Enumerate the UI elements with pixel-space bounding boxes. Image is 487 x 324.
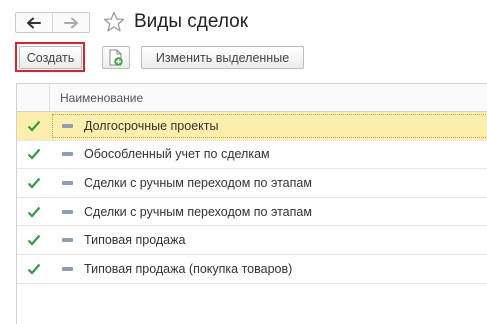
column-header-name[interactable]: Наименование [50, 84, 143, 111]
check-cell [17, 112, 50, 140]
row-name: Обособленный учет по сделкам [84, 147, 270, 162]
checkmark-icon [27, 234, 40, 246]
item-marker-icon [62, 266, 73, 271]
row-name-cell: Обособленный учет по сделкам [50, 141, 487, 169]
table-row[interactable]: Сделки с ручным переходом по этапам [17, 169, 487, 198]
page-title: Виды сделок [134, 11, 249, 32]
item-marker-icon [62, 180, 73, 185]
arrow-right-icon [64, 17, 78, 28]
check-cell [17, 141, 50, 169]
table-row[interactable]: Обособленный учет по сделкам [17, 141, 487, 170]
row-name: Сделки с ручным переходом по этапам [84, 175, 312, 190]
row-name-cell: Долгосрочные проекты [50, 112, 487, 140]
copy-document-icon [109, 49, 123, 66]
star-icon [103, 11, 125, 32]
back-button[interactable] [16, 13, 52, 32]
row-name-cell: Сделки с ручным переходом по этапам [50, 198, 487, 226]
check-cell [17, 226, 50, 254]
row-name: Сделки с ручным переходом по этапам [84, 204, 312, 219]
deal-types-table: Наименование Долгосрочные проекты Обособ… [16, 83, 487, 324]
header-check-column [17, 84, 50, 111]
check-cell [17, 255, 50, 283]
table-row[interactable]: Долгосрочные проекты [17, 112, 487, 141]
checkmark-icon [27, 263, 40, 275]
check-cell [17, 169, 50, 197]
item-marker-icon [62, 123, 73, 128]
create-highlight-frame [15, 42, 85, 72]
copy-button[interactable] [102, 46, 130, 69]
checkmark-icon [27, 206, 40, 218]
edit-selected-button[interactable]: Изменить выделенные [141, 46, 304, 69]
table-header: Наименование [17, 84, 487, 112]
checkmark-icon [27, 149, 40, 160]
row-name-cell: Типовая продажа [50, 226, 487, 254]
checkmark-icon [27, 177, 40, 189]
row-name: Типовая продажа (покупка товаров) [84, 261, 293, 276]
table-row[interactable]: Типовая продажа (покупка товаров) [17, 255, 487, 284]
checkmark-icon [27, 120, 40, 132]
navigation-buttons [15, 12, 90, 33]
item-marker-icon [62, 152, 73, 157]
row-name: Типовая продажа [84, 233, 186, 248]
table-row[interactable]: Типовая продажа [17, 226, 487, 255]
arrow-left-icon [27, 17, 41, 28]
forward-button[interactable] [52, 13, 89, 32]
item-marker-icon [62, 238, 73, 243]
table-row[interactable]: Сделки с ручным переходом по этапам [17, 198, 487, 227]
item-marker-icon [62, 209, 73, 214]
check-cell [17, 198, 50, 226]
row-name: Долгосрочные проекты [84, 118, 219, 133]
favorite-button[interactable] [103, 11, 125, 33]
row-name-cell: Сделки с ручным переходом по этапам [50, 169, 487, 197]
row-name-cell: Типовая продажа (покупка товаров) [50, 255, 487, 283]
